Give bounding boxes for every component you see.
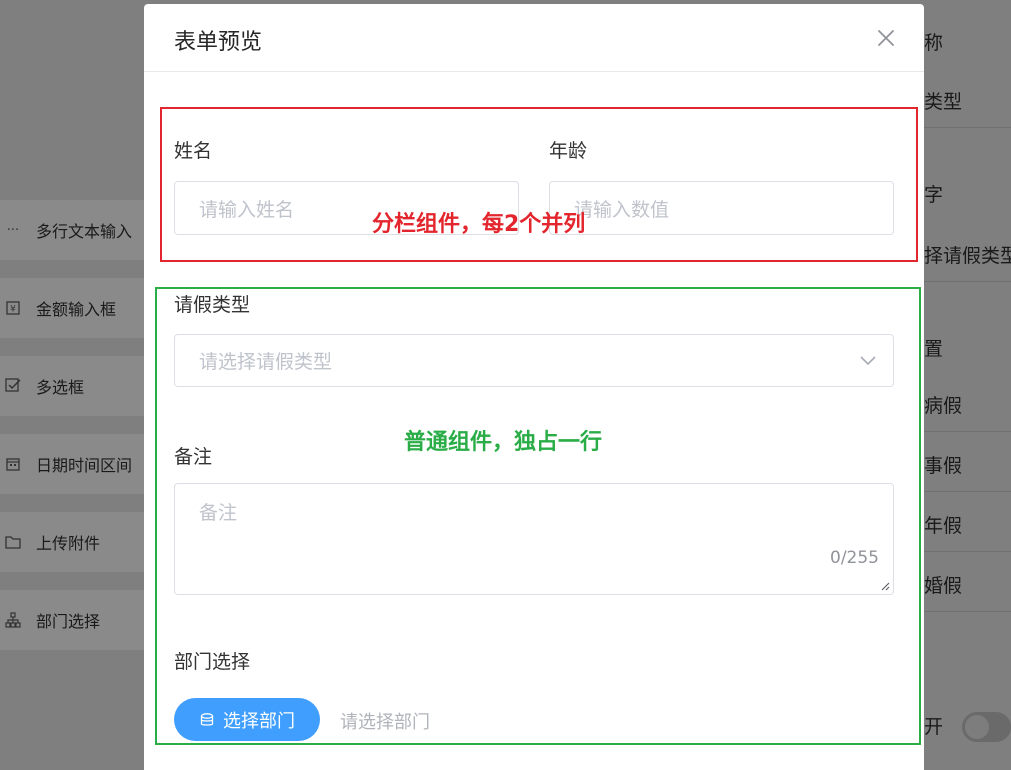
remark-char-count: 0/255 [830, 548, 879, 568]
prop-row[interactable]: 择请假类型 [924, 228, 1011, 282]
properties-panel: 称 类型 字 择请假类型 置 病假 事假 年假 婚假 开 [924, 0, 1011, 770]
age-input[interactable]: 请输入数值 [549, 181, 894, 235]
palette-item-label: 上传附件 [36, 534, 101, 553]
dept-placeholder: 请选择部门 [340, 712, 430, 733]
prop-row: 称 [924, 14, 1011, 68]
money-icon: ¥ [4, 299, 22, 317]
prop-row[interactable]: 病假 [924, 378, 1011, 432]
prop-text: 择请假类型 [924, 245, 1011, 267]
prop-text: 年假 [924, 515, 963, 537]
select-dept-button-label: 选择部门 [223, 710, 295, 732]
annotation-column-layout: 分栏组件，每2个并列 [372, 212, 586, 237]
palette-item-textarea[interactable]: ··· 多行文本输入 [0, 200, 150, 260]
close-icon[interactable] [874, 26, 898, 50]
resize-handle-icon[interactable] [880, 581, 890, 591]
folder-icon [4, 533, 22, 551]
annotation-normal-layout: 普通组件，独占一行 [404, 430, 603, 455]
name-input-placeholder: 请输入姓名 [199, 198, 295, 221]
prop-text: 置 [924, 337, 944, 360]
chevron-down-icon [860, 356, 876, 366]
prop-text: 事假 [924, 455, 963, 477]
prop-row: 字 [924, 166, 1011, 220]
toggle-switch[interactable] [962, 712, 1011, 742]
dialog-title: 表单预览 [174, 30, 263, 55]
prop-row[interactable]: 事假 [924, 438, 1011, 492]
component-palette: ··· 多行文本输入 ¥ 金额输入框 多选框 日期时间区间 上传附件 部门选择 [0, 0, 150, 770]
calendar-icon [4, 455, 22, 473]
remark-label: 备注 [174, 446, 213, 468]
select-dept-button[interactable]: 选择部门 [174, 698, 320, 741]
dialog-header: 表单预览 [144, 4, 924, 72]
age-input-placeholder: 请输入数值 [574, 198, 670, 221]
org-tree-icon [4, 611, 22, 629]
dept-label: 部门选择 [174, 651, 251, 673]
palette-item-daterange[interactable]: 日期时间区间 [0, 434, 150, 494]
leave-type-label: 请假类型 [174, 294, 251, 316]
database-icon [199, 712, 215, 728]
prop-text: 开 [924, 715, 944, 738]
palette-item-label: 部门选择 [36, 612, 101, 631]
palette-item-checkbox[interactable]: 多选框 [0, 356, 150, 416]
palette-item-label: 多行文本输入 [36, 222, 133, 241]
form-preview-dialog: 表单预览 姓名 请输入姓名 年龄 请输入数值 分栏组件，每2个并列 请假类型 请… [144, 4, 924, 770]
prop-text: 类型 [924, 91, 963, 113]
prop-row: 置 [924, 320, 1011, 374]
age-label: 年龄 [549, 140, 588, 162]
prop-text: 婚假 [924, 575, 963, 597]
prop-row[interactable]: 类型 [924, 74, 1011, 128]
remark-textarea[interactable]: 备注 0/255 [174, 483, 894, 595]
name-label: 姓名 [174, 140, 213, 162]
palette-item-upload[interactable]: 上传附件 [0, 512, 150, 572]
prop-text: 称 [924, 31, 944, 54]
prop-row[interactable]: 婚假 [924, 558, 1011, 612]
svg-text:¥: ¥ [10, 305, 16, 315]
prop-row[interactable]: 年假 [924, 498, 1011, 552]
palette-item-dept[interactable]: 部门选择 [0, 590, 150, 650]
prop-text: 字 [924, 183, 944, 206]
checkbox-icon [4, 377, 22, 395]
leave-type-placeholder: 请选择请假类型 [199, 351, 333, 373]
palette-item-label: 金额输入框 [36, 300, 117, 319]
prop-text: 病假 [924, 395, 963, 417]
palette-item-label: 多选框 [36, 378, 85, 397]
leave-type-select[interactable]: 请选择请假类型 [174, 334, 894, 387]
palette-item-label: 日期时间区间 [36, 456, 133, 475]
remark-placeholder: 备注 [199, 502, 238, 524]
ellipsis-icon: ··· [6, 222, 20, 238]
palette-item-money[interactable]: ¥ 金额输入框 [0, 278, 150, 338]
